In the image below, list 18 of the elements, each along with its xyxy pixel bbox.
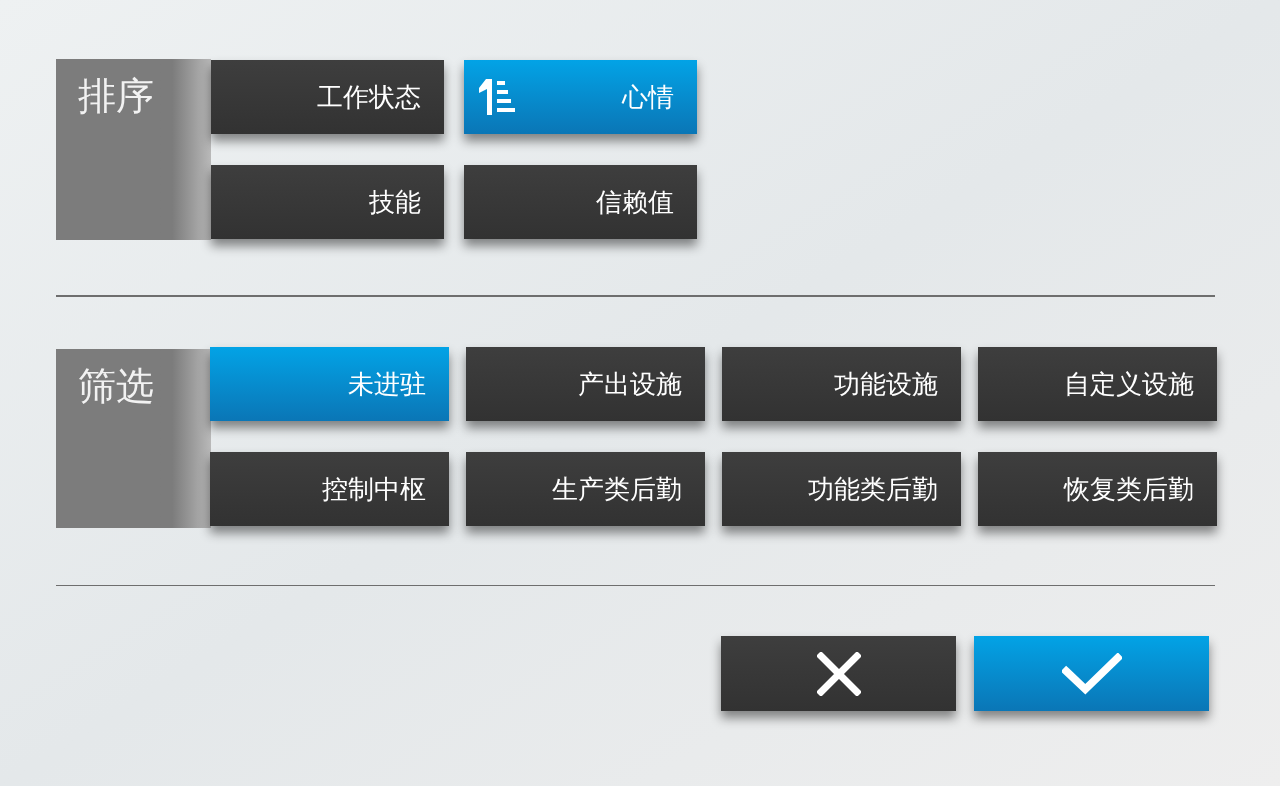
filter-option-button[interactable]: 恢复类后勤 bbox=[978, 452, 1217, 526]
cancel-button[interactable] bbox=[721, 636, 956, 711]
filter-option-button[interactable]: 功能设施 bbox=[722, 347, 961, 421]
filter-option-button[interactable]: 自定义设施 bbox=[978, 347, 1217, 421]
sort-option-button[interactable]: 信赖值 bbox=[464, 165, 697, 239]
filter-option-button[interactable]: 未进驻 bbox=[210, 347, 449, 421]
sort-option-button[interactable]: 工作状态 bbox=[211, 60, 444, 134]
section-title: 排序 bbox=[78, 74, 154, 118]
close-icon bbox=[816, 651, 861, 696]
filter-option-button[interactable]: 产出设施 bbox=[466, 347, 705, 421]
sort-option-button[interactable]: 心情 bbox=[464, 60, 697, 134]
section-title: 筛选 bbox=[78, 364, 154, 408]
filter-option-button[interactable]: 控制中枢 bbox=[210, 452, 449, 526]
sort-option-button[interactable]: 技能 bbox=[211, 165, 444, 239]
check-icon bbox=[1061, 652, 1122, 695]
confirm-button[interactable] bbox=[974, 636, 1209, 711]
filter-option-button[interactable]: 生产类后勤 bbox=[466, 452, 705, 526]
filter-option-button[interactable]: 功能类后勤 bbox=[722, 452, 961, 526]
